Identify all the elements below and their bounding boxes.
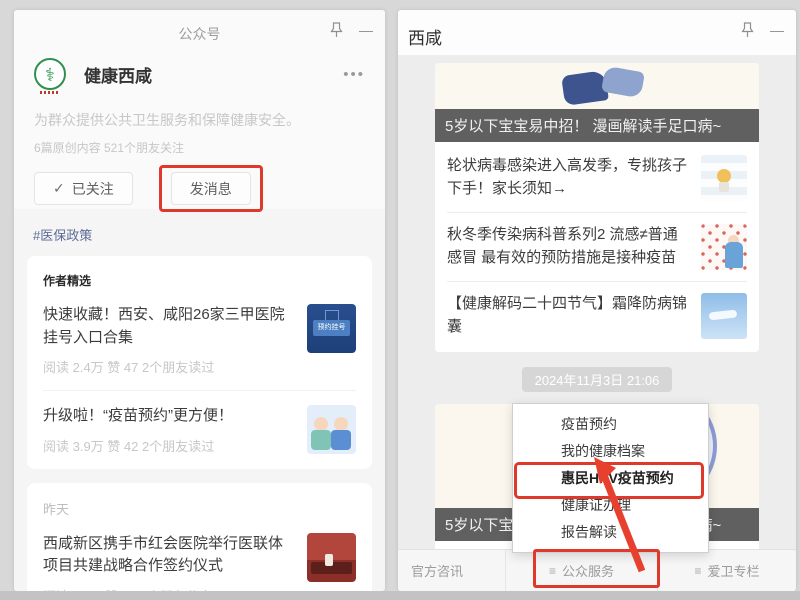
official-account-profile-window: 公众号 — ⚕ 健康西咸 ••• 为群众提供公共卫生服务和保障健康安全。 6篇原… — [14, 10, 385, 591]
check-icon: ✓ — [53, 180, 65, 197]
article-stats: 阅读 3.9万 赞 42 2个朋友读过 — [43, 436, 295, 455]
article-title: 西咸新区携手市红会医院举行医联体项目共建战略合作签约仪式 — [43, 533, 295, 578]
feed-cover-image[interactable] — [435, 63, 759, 109]
cartoon-body-shape — [331, 430, 351, 450]
article-thumbnail-frost — [701, 293, 747, 339]
hamburger-icon: ≡ — [694, 564, 701, 578]
pin-icon[interactable] — [330, 22, 343, 38]
cartoon-head-shape — [314, 417, 328, 431]
cartoon-body-shape — [311, 430, 331, 450]
article-title: 【健康解码二十四节气】霜降防病锦囊 — [447, 293, 691, 338]
yesterday-articles-card: 昨天 西咸新区携手市红会医院举行医联体项目共建战略合作签约仪式 阅读 1027 … — [27, 483, 372, 592]
article-row[interactable]: 西咸新区携手市红会医院举行医联体项目共建战略合作签约仪式 阅读 1027 赞 2… — [43, 533, 356, 592]
official-account-chat-window: 西咸 — 5岁以下宝宝易中招！ 漫画解读手足口病~ 轮状病毒感染进入高发季，专挑… — [398, 10, 796, 591]
profile-article-feed: #医保政策 作者精选 快速收藏！西安、咸阳26家三甲医院挂号入口合集 阅读 2.… — [14, 209, 385, 591]
sky-shape — [709, 310, 738, 321]
card-label: 昨天 — [43, 499, 356, 518]
cartoon-head-shape — [717, 169, 731, 183]
send-message-label: 发消息 — [190, 179, 232, 199]
account-name: 健康西咸 — [84, 62, 152, 87]
tab-public-services[interactable]: ≡ 公众服务 — [505, 550, 657, 591]
account-description: 为群众提供公共卫生服务和保障健康安全。 — [34, 110, 365, 130]
feed-article-row[interactable]: 【健康解码二十四节气】霜降防病锦囊 — [447, 282, 747, 350]
menu-item-health-certificate[interactable]: 健康证办理 — [561, 498, 708, 512]
account-meta: 6篇原创内容 521个朋友关注 — [34, 139, 365, 156]
followed-button[interactable]: ✓ 已关注 — [34, 172, 133, 205]
menu-item-report-interpretation[interactable]: 报告解读 — [561, 525, 708, 539]
hamburger-icon: ≡ — [549, 564, 556, 578]
minimize-icon[interactable]: — — [359, 23, 373, 37]
menu-item-hpv-vaccine-appointment[interactable]: 惠民HPV疫苗预约 — [561, 471, 708, 485]
window-controls: — — [741, 22, 784, 38]
cartoon-body-shape — [725, 242, 743, 268]
article-thumbnail-registration: 预约挂号 — [307, 304, 356, 353]
pin-icon[interactable] — [741, 22, 754, 38]
tab-official-news[interactable]: 官方咨讯 — [398, 550, 505, 591]
window-edge-shadow — [0, 591, 800, 600]
chat-message-area: 5岁以下宝宝易中招！ 漫画解读手足口病~ 轮状病毒感染进入高发季，专挑孩子下手！… — [398, 55, 796, 591]
window-controls: — — [330, 22, 373, 38]
cartoon-head-shape — [334, 417, 348, 431]
divider — [43, 390, 356, 391]
chat-window-title: 西咸 — [408, 24, 442, 49]
card-label: 作者精选 — [43, 272, 356, 289]
tab-label: 官方咨讯 — [411, 561, 463, 580]
minimize-icon[interactable]: — — [770, 23, 784, 37]
menu-item-vaccine-appointment[interactable]: 疫苗预约 — [561, 417, 708, 431]
article-thumbnail-flu — [701, 224, 747, 270]
article-row[interactable]: 升级啦！“疫苗预约”更方便！ 阅读 3.9万 赞 42 2个朋友读过 — [43, 405, 356, 455]
public-service-popup-menu: 疫苗预约 我的健康档案 惠民HPV疫苗预约 健康证办理 报告解读 — [512, 403, 709, 553]
send-message-button[interactable]: 发消息 — [171, 172, 251, 205]
chat-window-header: 西咸 — — [398, 10, 796, 55]
profile-window-header: 公众号 — — [14, 10, 385, 52]
hashtag-link[interactable]: #医保政策 — [33, 225, 372, 244]
medical-staff-icon: ⚕ — [36, 61, 64, 89]
article-title: 秋冬季传染病科普系列2 流感≠普通感冒 最有效的预防措施是接种疫苗 — [447, 224, 691, 269]
article-title: 升级啦！“疫苗预约”更方便！ — [43, 405, 295, 428]
article-stats: 阅读 2.4万 赞 47 2个朋友读过 — [43, 357, 295, 376]
article-thumbnail-ceremony-photo — [307, 533, 356, 582]
tab-label: 爱卫专栏 — [708, 561, 760, 580]
menu-item-my-health-records[interactable]: 我的健康档案 — [561, 444, 708, 458]
followed-label: 已关注 — [72, 179, 114, 199]
feed-headline-banner[interactable]: 5岁以下宝宝易中招！ 漫画解读手足口病~ — [435, 109, 759, 142]
account-logo: ⚕ — [34, 58, 66, 90]
feed-article-row[interactable]: 轮状病毒感染进入高发季，专挑孩子下手！家长须知→ — [447, 144, 747, 212]
feed-article-row[interactable]: 秋冬季传染病科普系列2 流感≠普通感冒 最有效的预防措施是接种疫苗 — [447, 213, 747, 281]
tab-label: 公众服务 — [562, 561, 614, 580]
cartoon-body-shape — [719, 182, 729, 192]
more-options-icon[interactable]: ••• — [343, 66, 365, 83]
feed-message-card: 5岁以下宝宝易中招！ 漫画解读手足口病~ 轮状病毒感染进入高发季，专挑孩子下手！… — [435, 63, 759, 352]
article-title: 快速收藏！西安、咸阳26家三甲医院挂号入口合集 — [43, 304, 295, 349]
featured-articles-card: 作者精选 快速收藏！西安、咸阳26家三甲医院挂号入口合集 阅读 2.4万 赞 4… — [27, 256, 372, 469]
account-menu-toolbar: 官方咨讯 ≡ 公众服务 ≡ 爱卫专栏 — [398, 549, 796, 591]
tab-health-column[interactable]: ≡ 爱卫专栏 — [657, 550, 796, 591]
message-timestamp: 2024年11月3日 21:06 — [522, 367, 673, 392]
article-thumbnail-vaccine-cartoon — [307, 405, 356, 454]
screenshot-stage: 公众号 — ⚕ 健康西咸 ••• 为群众提供公共卫生服务和保障健康安全。 6篇原… — [0, 0, 800, 600]
figure-shape — [325, 554, 333, 566]
article-title: 轮状病毒感染进入高发季，专挑孩子下手！家长须知→ — [447, 155, 691, 200]
article-row[interactable]: 快速收藏！西安、咸阳26家三甲医院挂号入口合集 阅读 2.4万 赞 47 2个朋… — [43, 304, 356, 376]
article-thumbnail-rotavirus — [701, 155, 747, 201]
logo-red-text — [40, 91, 60, 94]
account-profile: ⚕ 健康西咸 ••• 为群众提供公共卫生服务和保障健康安全。 6篇原创内容 52… — [14, 52, 385, 205]
thumbnail-sign-text: 预约挂号 — [313, 320, 350, 336]
thumbnail-hanger-shape — [325, 310, 339, 320]
